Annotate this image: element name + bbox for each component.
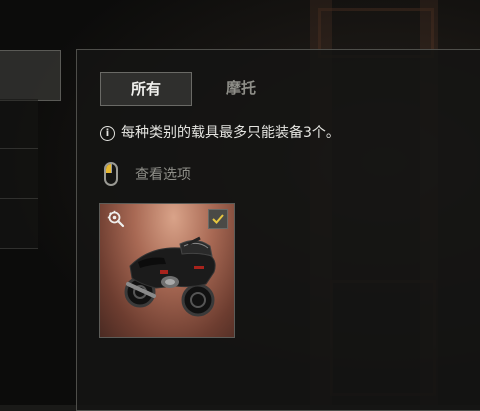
- list-item[interactable]: [0, 199, 38, 249]
- list-item[interactable]: [0, 99, 38, 149]
- equip-limit-text: 每种类别的载具最多只能装备3个。: [121, 125, 340, 141]
- vehicle-card-motorcycle[interactable]: [99, 203, 235, 338]
- tab-all[interactable]: 所有: [100, 72, 192, 106]
- mouse-icon: [104, 162, 118, 186]
- motorcycle-image: [124, 236, 216, 317]
- equip-limit-notice: i 每种类别的载具最多只能装备3个。: [100, 122, 340, 142]
- view-options-button[interactable]: 查看选项: [104, 162, 191, 186]
- view-options-label: 查看选项: [135, 167, 191, 183]
- left-side-tab[interactable]: [0, 50, 61, 101]
- info-icon: i: [100, 126, 115, 141]
- category-tabs: 所有 摩托: [100, 72, 286, 106]
- tab-motorcycle[interactable]: 摩托: [196, 72, 286, 104]
- left-side-list: [0, 99, 38, 249]
- checkmark-icon: [212, 214, 224, 224]
- list-item[interactable]: [0, 149, 38, 199]
